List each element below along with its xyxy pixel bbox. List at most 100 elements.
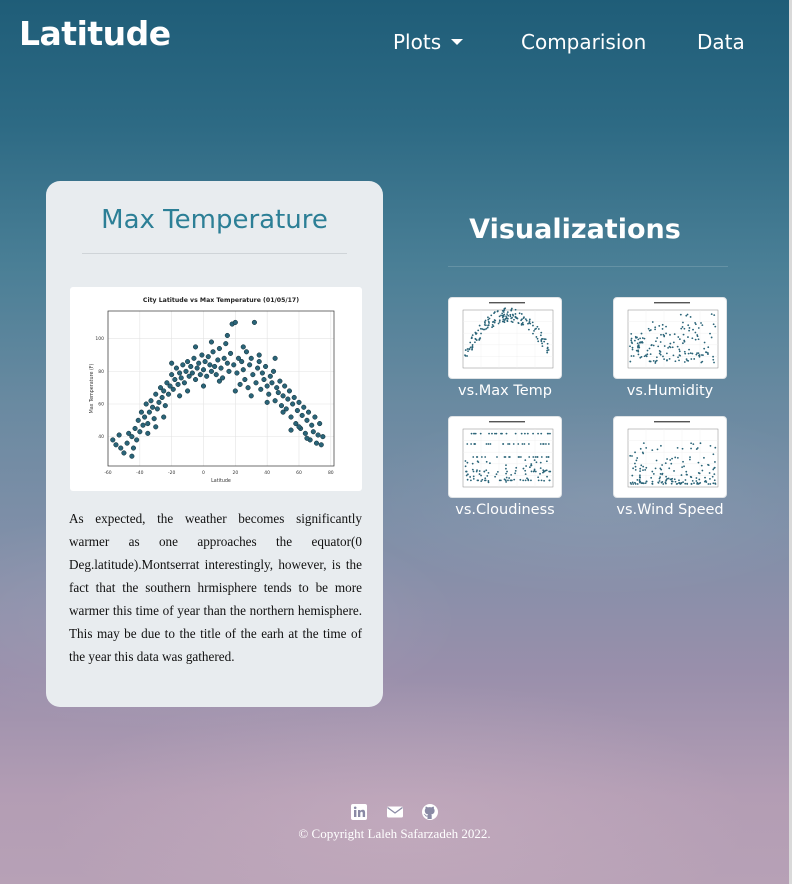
chart-point [140,422,146,428]
chart-point [277,378,283,384]
chart-point [216,378,222,384]
thumb-wind-speed[interactable]: vs.Wind Speed [613,416,727,518]
nav-plots-dropdown[interactable]: Plots [393,30,464,54]
thumbnail-point [665,332,667,335]
thumbnail-point [682,333,685,336]
thumbnail-point [477,329,480,332]
chart-point [162,403,168,409]
thumbnail-point [712,355,714,358]
nav-data-link[interactable]: Data [697,30,745,54]
thumb-humidity-label[interactable]: vs.Humidity [613,383,727,399]
thumbnail-point [498,315,501,318]
thumb-humidity[interactable]: vs.Humidity [613,297,727,399]
thumbnail-point [713,473,716,476]
thumb-humidity-image[interactable] [613,297,727,379]
thumbnail-point [498,479,501,482]
chart-point [132,425,138,432]
chart-point [291,394,297,401]
thumbnail-point [632,355,635,357]
thumbnail-point [678,354,681,357]
thumbnail-point [511,313,514,316]
thumbnail-point [485,327,488,330]
thumbnail-point [714,325,717,328]
thumbnail-point [470,443,473,445]
thumbnail-point [654,362,657,364]
thumbnail-point [641,340,643,343]
thumbnail-point [487,318,490,321]
thumbnail-point [664,462,667,465]
thumbnail-point [476,456,479,458]
thumbnail-point [479,327,482,330]
linkedin-icon[interactable] [350,803,368,821]
github-icon[interactable] [421,803,439,821]
thumbnail-point [655,356,658,359]
thumbnail-point [684,352,687,355]
chart-point [272,398,278,404]
thumbnail-point [687,324,690,327]
thumbnail-point [640,332,643,335]
thumbnail-point [678,350,681,353]
thumbnail-point [472,475,475,478]
thumbnail-point [639,341,642,344]
thumb-max-temp-image[interactable] [448,297,562,379]
thumb-wind-speed-label[interactable]: vs.Wind Speed [613,502,727,518]
thumbnail-point [707,353,709,355]
thumbnail-point [655,359,658,362]
thumbnail-point [481,478,484,481]
thumbnail-point [503,313,506,316]
thumbnail-point [503,456,506,458]
thumbnail-point [524,459,527,462]
thumb-cloudiness[interactable]: vs.Cloudiness [448,416,562,518]
chart-point [224,360,230,366]
thumbnail-point [695,448,698,450]
chart-point [269,380,275,386]
thumbnail-point [698,478,701,481]
thumb-wind-speed-image[interactable] [613,416,727,498]
chart-point [153,424,159,430]
thumb-max-temp[interactable]: vs.Max Temp [448,297,562,399]
thumbnail-point [713,479,716,482]
thumbnail-point [668,357,671,360]
chart-point [196,360,202,366]
thumbnail-point [693,358,696,360]
chart-point [226,368,232,374]
thumbnail-point [476,479,479,482]
thumbnail-point [687,352,690,355]
chart-xtick-label: 40 [264,470,270,476]
nav-comparison-link[interactable]: Comparision [521,30,646,54]
thumbnail-point [674,480,677,483]
thumb-max-temp-label[interactable]: vs.Max Temp [448,383,562,399]
thumbnail-point [631,346,634,349]
thumbnail-point [503,321,506,324]
chart-point [313,440,320,446]
thumbnail-point [506,470,508,473]
chart-point [232,388,238,394]
thumbnail-point [475,470,478,473]
chart-point [172,376,178,383]
thumbnail-point [524,479,527,482]
thumbnail-point [690,447,692,450]
thumbnail-point [544,469,547,472]
thumbnail-point [466,461,469,464]
thumbnail-point [629,360,632,363]
thumbnail-point [487,316,489,319]
card-divider [82,253,347,254]
thumbnail-point [505,316,508,319]
thumbnail-point [657,481,660,484]
chart-point [218,365,224,371]
thumbnail-point [520,319,522,322]
thumbnail-point [700,322,702,324]
thumbnail-point [535,461,538,464]
brand-logo[interactable]: Latitude [19,14,171,53]
card-description: As expected, the weather becomes signifi… [69,511,362,664]
thumbnail-point [652,359,655,362]
max-temperature-card: Max Temperature -60 -40 -20 0 20 40 60 80 40 60 80… [46,181,383,707]
thumbnail-point [639,447,642,450]
thumbnail-point [484,322,486,324]
thumb-cloudiness-label[interactable]: vs.Cloudiness [448,502,562,518]
email-icon[interactable] [386,803,404,821]
thumbnail-point [688,327,691,329]
thumbnail-point [712,358,715,361]
thumbnail-point [651,483,654,485]
thumb-cloudiness-image[interactable] [448,416,562,498]
